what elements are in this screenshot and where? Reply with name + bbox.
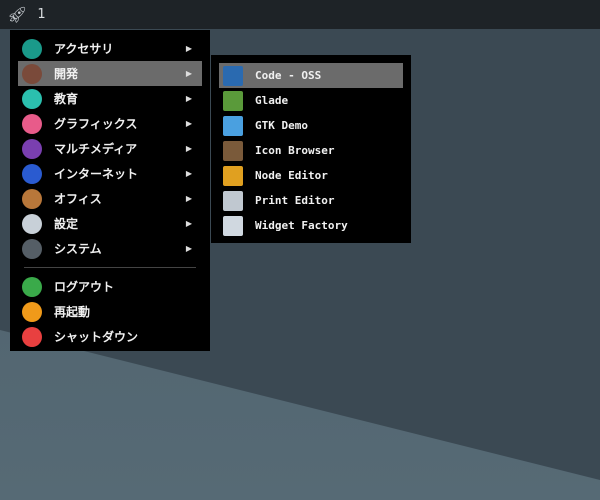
submenu-arrow-icon: ▶	[185, 169, 192, 178]
menu-item-label: Node Editor	[255, 169, 328, 182]
menu-item-label: 再起動	[54, 305, 91, 319]
menu-item-restart[interactable]: 再起動	[18, 299, 202, 324]
menu-item-label: シャットダウン	[54, 330, 139, 344]
menu-item-multimedia[interactable]: マルチメディア ▶	[18, 136, 202, 161]
menu-item-label: 設定	[54, 217, 79, 231]
gtk-demo-icon	[223, 115, 243, 136]
menu-item-logout[interactable]: ログアウト	[18, 274, 202, 299]
menu-item-label: Glade	[255, 94, 289, 107]
submenu-arrow-icon: ▶	[185, 94, 192, 103]
menu-item-shutdown[interactable]: シャットダウン	[18, 324, 202, 349]
menu-item-internet[interactable]: インターネット ▶	[18, 161, 202, 186]
restart-icon	[22, 301, 42, 322]
submenu-arrow-icon: ▶	[185, 119, 192, 128]
menu-item-system-gear[interactable]: システム ▶	[18, 236, 202, 261]
menu-item-icon-browser[interactable]: Icon Browser	[219, 138, 403, 163]
menu-item-label: Code - OSS	[255, 69, 322, 82]
menu-item-label: マルチメディア	[54, 142, 138, 156]
system-gear-icon	[22, 238, 42, 259]
menu-item-label: グラフィックス	[54, 117, 138, 131]
menu-item-label: 開発	[54, 67, 79, 81]
rocket-launcher-icon[interactable]: 🚀︎	[7, 5, 27, 24]
graphics-icon	[22, 113, 42, 134]
top-panel: 🚀︎ 1	[0, 0, 600, 29]
menu-item-label: Print Editor	[255, 194, 335, 207]
submenu-arrow-icon: ▶	[185, 69, 192, 78]
icon-browser-icon	[223, 140, 243, 161]
menu-item-label: アクセサリ	[54, 42, 114, 56]
code-oss-icon	[223, 65, 243, 86]
submenu-arrow-icon: ▶	[185, 244, 192, 253]
menu-item-label: 教育	[54, 92, 79, 106]
multimedia-icon	[22, 138, 42, 159]
menu-item-label: オフィス	[54, 192, 102, 206]
menu-item-education[interactable]: 教育 ▶	[18, 86, 202, 111]
print-editor-icon	[223, 190, 243, 211]
internet-icon	[22, 163, 42, 184]
menu-item-label: Icon Browser	[255, 144, 335, 157]
menu-item-development-hammer[interactable]: 開発 ▶	[18, 61, 202, 86]
glade-icon	[223, 90, 243, 111]
submenu-arrow-icon: ▶	[185, 194, 192, 203]
menu-item-widget-factory[interactable]: Widget Factory	[219, 213, 403, 238]
menu-item-glade[interactable]: Glade	[219, 88, 403, 113]
widget-factory-icon	[223, 215, 243, 236]
menu-item-accessories[interactable]: アクセサリ ▶	[18, 36, 202, 61]
menu-item-label: インターネット	[54, 167, 139, 181]
menu-item-label: Widget Factory	[255, 219, 348, 232]
settings-icon	[22, 213, 42, 234]
menu-item-office-briefcase[interactable]: オフィス ▶	[18, 186, 202, 211]
logout-icon	[22, 276, 42, 297]
menu-item-label: ログアウト	[54, 280, 115, 294]
development-hammer-icon	[22, 63, 42, 84]
menu-item-settings[interactable]: 設定 ▶	[18, 211, 202, 236]
menu-item-label: システム	[54, 242, 102, 256]
menu-item-gtk-demo[interactable]: GTK Demo	[219, 113, 403, 138]
submenu-arrow-icon: ▶	[185, 144, 192, 153]
shutdown-icon	[22, 326, 42, 347]
workspace-indicator[interactable]: 1	[37, 7, 45, 22]
accessories-icon	[22, 38, 42, 59]
development-submenu: Code - OSS Glade GTK Demo Icon Browser Node …	[211, 55, 411, 243]
application-menu: アクセサリ ▶ 開発 ▶ 教育 ▶ グラフィックス ▶ マルチメディア ▶ インターネット ▶ オフィス…	[10, 30, 210, 351]
menu-item-graphics[interactable]: グラフィックス ▶	[18, 111, 202, 136]
menu-item-node-editor[interactable]: Node Editor	[219, 163, 403, 188]
menu-item-label: GTK Demo	[255, 119, 308, 132]
node-editor-icon	[223, 165, 243, 186]
menu-item-code-oss[interactable]: Code - OSS	[219, 63, 403, 88]
menu-item-print-editor[interactable]: Print Editor	[219, 188, 403, 213]
submenu-arrow-icon: ▶	[185, 44, 192, 53]
office-briefcase-icon	[22, 188, 42, 209]
education-icon	[22, 88, 42, 109]
submenu-arrow-icon: ▶	[185, 219, 192, 228]
menu-separator	[24, 267, 196, 268]
